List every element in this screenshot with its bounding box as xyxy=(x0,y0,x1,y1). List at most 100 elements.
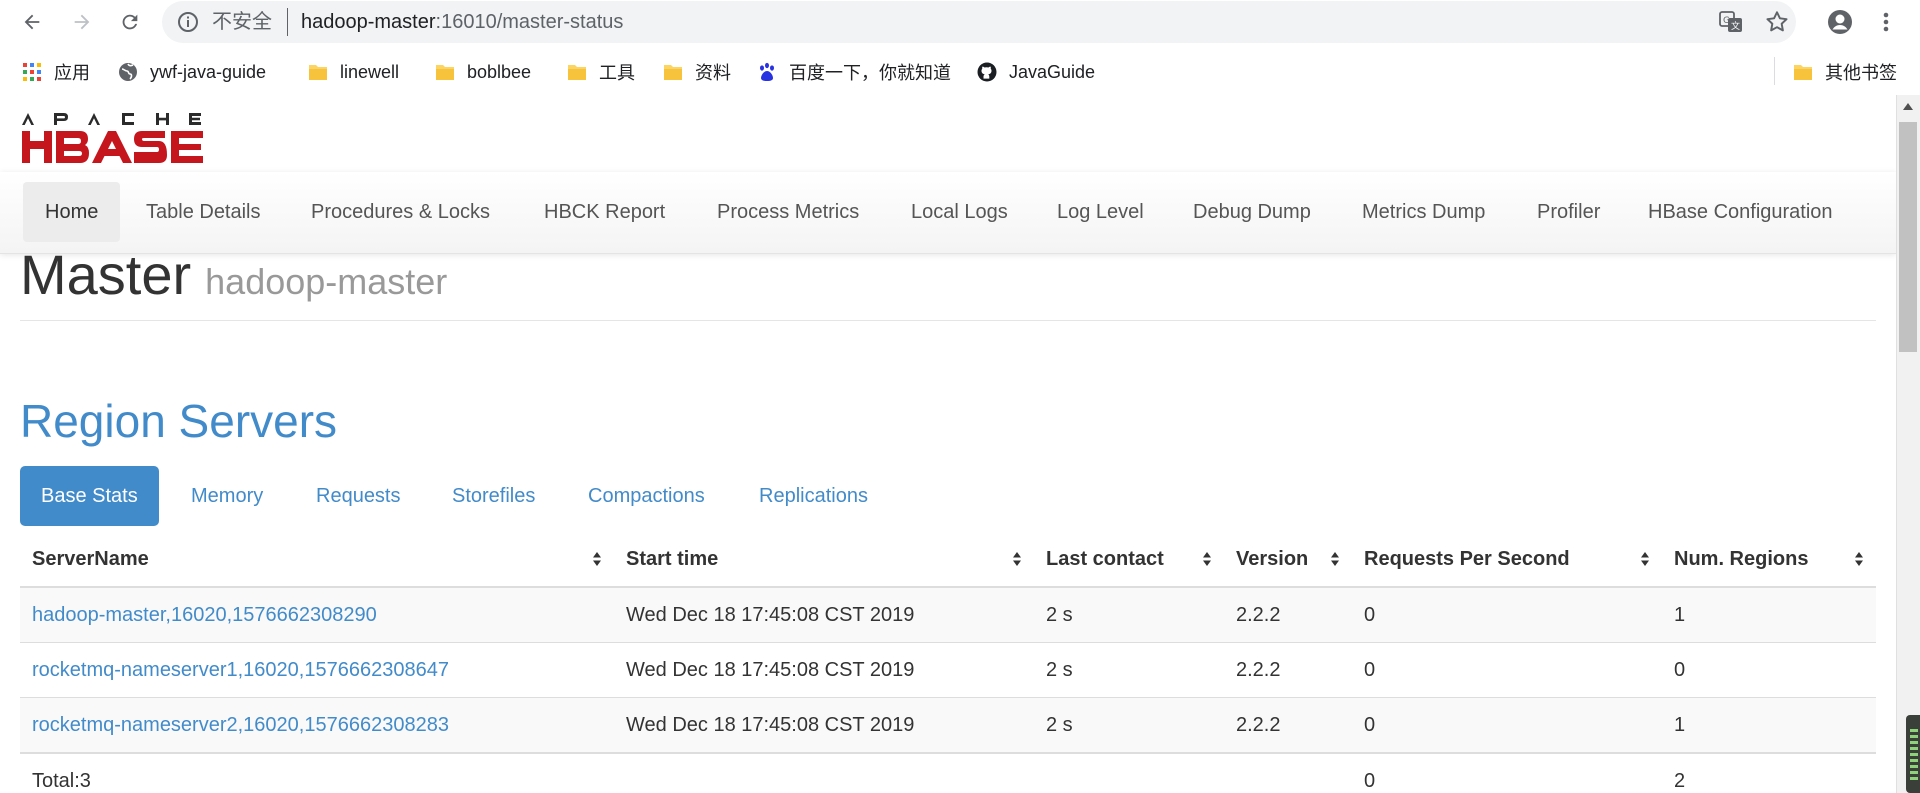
server-link[interactable]: rocketmq-nameserver2,16020,1576662308283 xyxy=(32,714,449,736)
tab-memory[interactable]: Memory xyxy=(170,466,284,526)
apps-grid-icon xyxy=(23,63,41,81)
browser-menu-icon[interactable] xyxy=(1876,8,1896,36)
bookmark-baidu[interactable]: 百度一下，你就知道 xyxy=(757,49,951,95)
cell-version: 2.2.2 xyxy=(1224,697,1352,753)
nav-hbck-report[interactable]: HBCK Report xyxy=(522,182,687,242)
nav-profiler[interactable]: Profiler xyxy=(1515,182,1622,242)
bookmark-materials[interactable]: 资料 xyxy=(663,49,731,95)
forward-icon[interactable] xyxy=(66,6,98,38)
tab-base-stats[interactable]: Base Stats xyxy=(20,466,159,526)
sort-icon xyxy=(1013,552,1021,566)
cell-requests-per-second: 0 xyxy=(1352,697,1662,753)
column-header-last-contact[interactable]: Last contact xyxy=(1034,532,1224,588)
translate-icon[interactable]: G文 xyxy=(1718,9,1744,35)
nav-local-logs[interactable]: Local Logs xyxy=(889,182,1030,242)
sort-icon xyxy=(1331,552,1339,566)
sort-icon xyxy=(593,552,601,566)
bookmark-label: linewell xyxy=(340,61,400,82)
folder-icon xyxy=(1794,65,1812,80)
cell-requests-per-second: 0 xyxy=(1352,586,1662,643)
sort-icon xyxy=(1641,552,1649,566)
column-header-label: Version xyxy=(1236,547,1309,570)
bookmark-apps[interactable]: 应用 xyxy=(22,49,90,95)
url-path: :16010/master-status xyxy=(435,11,624,33)
scrollbar-thumb[interactable] xyxy=(1899,122,1917,352)
bookmark-label: 应用 xyxy=(54,63,90,83)
bookmark-boblbee[interactable]: boblbee xyxy=(435,49,531,95)
cell-last-contact: 2 s xyxy=(1034,697,1224,753)
cell-total-regions: 2 xyxy=(1662,752,1876,793)
column-header-version[interactable]: Version xyxy=(1224,532,1352,588)
bookmark-javaguide[interactable]: JavaGuide xyxy=(977,49,1095,95)
reload-icon[interactable] xyxy=(114,6,146,38)
bookmark-tools[interactable]: 工具 xyxy=(567,49,635,95)
tab-storefiles[interactable]: Storefiles xyxy=(431,466,556,526)
site-info-icon[interactable] xyxy=(176,10,200,34)
bookmark-linewell[interactable]: linewell xyxy=(308,49,399,95)
cell-version: 2.2.2 xyxy=(1224,642,1352,698)
table-total-row: Total:3 0 2 xyxy=(20,752,1876,793)
cell-last-contact: 2 s xyxy=(1034,642,1224,698)
tab-requests[interactable]: Requests xyxy=(295,466,422,526)
cell-empty xyxy=(1224,752,1352,793)
cell-num-regions: 1 xyxy=(1662,697,1876,753)
bookmark-ywf-java-guide[interactable]: ywf-java-guide xyxy=(118,49,266,95)
url-separator xyxy=(287,8,288,36)
region-servers-table: ServerName Start time Last contact Versi… xyxy=(20,532,1876,793)
nav-table-details[interactable]: Table Details xyxy=(124,182,283,242)
scroll-up-arrow-icon[interactable] xyxy=(1900,100,1916,114)
bookmark-label: 其他书签 xyxy=(1825,63,1897,83)
server-link[interactable]: hadoop-master,16020,1576662308290 xyxy=(32,604,377,626)
cell-servername: hadoop-master,16020,1576662308290 xyxy=(20,586,614,643)
column-header-label: Num. Regions xyxy=(1674,547,1809,570)
cell-servername: rocketmq-nameserver1,16020,1576662308647 xyxy=(20,642,614,698)
bookmarks-divider xyxy=(1774,57,1775,85)
nav-hbase-configuration[interactable]: HBase Configuration xyxy=(1626,182,1855,242)
column-header-requests-per-second[interactable]: Requests Per Second xyxy=(1352,532,1662,588)
column-header-label: Requests Per Second xyxy=(1364,547,1570,570)
column-header-servername[interactable]: ServerName xyxy=(20,532,614,588)
bookmark-label: boblbee xyxy=(467,61,532,82)
nav-process-metrics[interactable]: Process Metrics xyxy=(695,182,881,242)
bookmark-label: 资料 xyxy=(695,63,731,83)
tab-replications[interactable]: Replications xyxy=(738,466,889,526)
bookmarks-bar: 应用 ywf-java-guide linewell boblbee 工具 资料… xyxy=(0,49,1920,95)
url-text[interactable]: hadoop-master:16010/master-status xyxy=(301,10,623,34)
table-row: rocketmq-nameserver2,16020,1576662308283… xyxy=(20,697,1876,753)
table-header-row: ServerName Start time Last contact Versi… xyxy=(20,532,1876,588)
column-header-num-regions[interactable]: Num. Regions xyxy=(1662,532,1876,588)
nav-metrics-dump[interactable]: Metrics Dump xyxy=(1340,182,1507,242)
cell-requests-per-second: 0 xyxy=(1352,642,1662,698)
column-header-label: ServerName xyxy=(32,547,149,570)
cell-empty xyxy=(614,752,1034,793)
nav-debug-dump[interactable]: Debug Dump xyxy=(1171,182,1333,242)
cell-num-regions: 0 xyxy=(1662,642,1876,698)
column-header-start-time[interactable]: Start time xyxy=(614,532,1034,588)
sort-icon xyxy=(1855,552,1863,566)
cell-total-label: Total:3 xyxy=(20,752,614,793)
nav-log-level[interactable]: Log Level xyxy=(1035,182,1166,242)
insecure-label: 不安全 xyxy=(212,11,272,33)
column-header-label: Last contact xyxy=(1046,547,1164,570)
table-row: hadoop-master,16020,1576662308290 Wed De… xyxy=(20,586,1876,643)
nav-home[interactable]: Home xyxy=(23,182,121,242)
github-icon xyxy=(977,62,997,82)
cell-servername: rocketmq-nameserver2,16020,1576662308283 xyxy=(20,697,614,753)
cell-total-requests: 0 xyxy=(1352,752,1662,793)
bookmark-other[interactable]: 其他书签 xyxy=(1793,49,1897,95)
apache-hbase-logo[interactable] xyxy=(20,111,225,167)
nav-procedures-locks[interactable]: Procedures & Locks xyxy=(289,182,512,242)
bookmark-star-icon[interactable] xyxy=(1764,9,1790,35)
back-icon[interactable] xyxy=(16,6,48,38)
folder-icon xyxy=(309,65,327,80)
cell-empty xyxy=(1034,752,1224,793)
account-icon[interactable] xyxy=(1826,8,1854,36)
cell-start-time: Wed Dec 18 17:45:08 CST 2019 xyxy=(614,642,1034,698)
page-content: Home Table Details Procedures & Locks HB… xyxy=(0,95,1896,793)
folder-icon xyxy=(664,65,682,80)
floating-meter-widget[interactable] xyxy=(1906,715,1920,793)
server-link[interactable]: rocketmq-nameserver1,16020,1576662308647 xyxy=(32,659,449,681)
tab-compactions[interactable]: Compactions xyxy=(567,466,726,526)
cell-start-time: Wed Dec 18 17:45:08 CST 2019 xyxy=(614,586,1034,643)
cell-num-regions: 1 xyxy=(1662,586,1876,643)
